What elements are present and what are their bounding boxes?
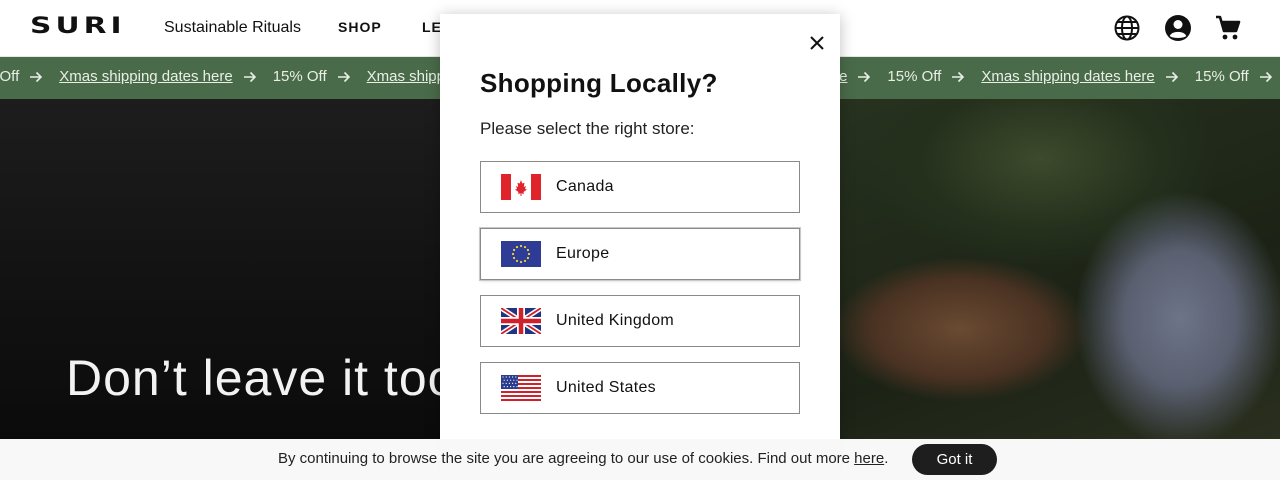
eu-star — [523, 245, 527, 249]
store-label: Canada — [556, 178, 614, 195]
ticker-offer: 15% Off — [272, 68, 327, 85]
cart-icon[interactable] — [1214, 14, 1242, 42]
arrow-right-icon — [30, 71, 43, 82]
arrow-right-icon — [1165, 71, 1178, 82]
us-star — [506, 386, 508, 388]
arrow-right-icon — [1259, 71, 1272, 82]
arrow-right-icon — [337, 71, 350, 82]
cookie-banner: By continuing to browse the site you are… — [0, 439, 1280, 480]
us-star — [502, 376, 504, 378]
arrow-right-icon — [243, 71, 256, 82]
hero-image — [840, 99, 1280, 439]
store-label: United Kingdom — [556, 312, 675, 329]
nav-shop[interactable]: SHOP — [338, 19, 382, 35]
eu-star — [526, 256, 530, 260]
logo[interactable]: SURI — [30, 14, 126, 39]
canada-flag-icon — [501, 174, 541, 200]
us-star — [512, 376, 514, 378]
us-star — [513, 386, 515, 388]
store-label: Europe — [556, 245, 610, 262]
us-star — [510, 379, 512, 381]
us-stripe — [501, 391, 541, 393]
ticker-shipping-link[interactable]: Xmas shipping dates here — [59, 68, 232, 85]
us-star — [502, 382, 504, 384]
eu-star — [512, 248, 516, 252]
tagline: Sustainable Rituals — [164, 19, 301, 36]
globe-icon[interactable] — [1113, 14, 1141, 42]
eu-star — [515, 245, 519, 249]
us-flag-icon — [501, 375, 541, 401]
cookie-more-link[interactable]: here — [854, 450, 884, 467]
us-star — [516, 386, 518, 388]
store-option-united-states[interactable]: United States — [480, 362, 800, 414]
account-icon[interactable] — [1164, 14, 1192, 42]
us-star — [516, 379, 518, 381]
close-icon[interactable] — [808, 34, 826, 52]
store-selector-modal: Shopping Locally? Please select the righ… — [440, 14, 840, 480]
cookie-message: By continuing to browse the site you are… — [278, 450, 888, 467]
store-label: United States — [556, 379, 656, 396]
store-option-europe[interactable]: Europe — [480, 228, 800, 280]
store-option-canada[interactable]: Canada — [480, 161, 800, 213]
us-star — [510, 386, 512, 388]
eu-star — [523, 259, 527, 263]
eu-star — [519, 244, 523, 248]
us-star — [503, 379, 505, 381]
ticker-shipping-link[interactable]: Xmas shipping dates here — [981, 68, 1154, 85]
eu-star — [527, 252, 531, 256]
us-star — [505, 376, 507, 378]
modal-title: Shopping Locally? — [480, 68, 718, 98]
us-star — [508, 382, 510, 384]
us-stripe — [501, 399, 541, 401]
eu-star — [519, 260, 523, 264]
us-star — [515, 382, 517, 384]
eu-star — [515, 259, 519, 263]
eu-star — [526, 248, 530, 252]
modal-subtitle: Please select the right store: — [480, 119, 695, 138]
cookie-text: By continuing to browse the site you are… — [278, 450, 855, 467]
eu-star — [511, 252, 515, 256]
uk-flag-icon — [501, 308, 541, 334]
arrow-right-icon — [858, 71, 871, 82]
us-star — [508, 376, 510, 378]
us-star — [512, 382, 514, 384]
cookie-period: . — [884, 450, 889, 467]
store-option-united-kingdom[interactable]: United Kingdom — [480, 295, 800, 347]
us-star — [503, 386, 505, 388]
eu-star — [512, 256, 516, 260]
us-star — [505, 382, 507, 384]
ticker-offer: 15% Off — [1194, 68, 1249, 85]
us-star — [506, 379, 508, 381]
us-stripe — [501, 395, 541, 397]
arrow-right-icon — [952, 71, 965, 82]
ticker-fragment: % Off — [0, 68, 20, 85]
us-star — [513, 379, 515, 381]
eu-flag-icon — [501, 241, 541, 267]
cookie-accept-button[interactable]: Got it — [912, 444, 997, 475]
ticker-offer: 15% Off — [887, 68, 942, 85]
us-star — [515, 376, 517, 378]
